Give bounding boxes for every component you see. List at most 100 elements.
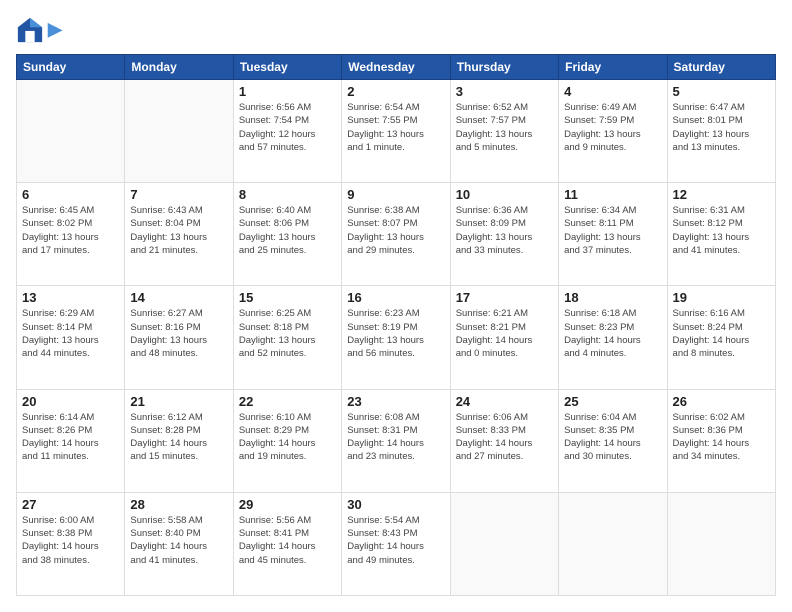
calendar-cell (17, 80, 125, 183)
day-info: Sunrise: 5:54 AM Sunset: 8:43 PM Dayligh… (347, 514, 444, 567)
day-info: Sunrise: 6:25 AM Sunset: 8:18 PM Dayligh… (239, 307, 336, 360)
day-info: Sunrise: 6:34 AM Sunset: 8:11 PM Dayligh… (564, 204, 661, 257)
day-number: 16 (347, 290, 444, 305)
day-number: 2 (347, 84, 444, 99)
day-info: Sunrise: 5:58 AM Sunset: 8:40 PM Dayligh… (130, 514, 227, 567)
calendar-cell: 1Sunrise: 6:56 AM Sunset: 7:54 PM Daylig… (233, 80, 341, 183)
calendar-cell: 24 Sunrise: 6:06 AM Sunset: 8:33 PM Dayli… (450, 389, 558, 492)
day-number: 1 (239, 84, 336, 99)
day-number: 3 (456, 84, 553, 99)
calendar-cell: 6 Sunrise: 6:45 AM Sunset: 8:02 PM Daylig… (17, 183, 125, 286)
calendar-cell: 23Sunrise: 6:08 AM Sunset: 8:31 PM Dayli… (342, 389, 450, 492)
day-info: Sunrise: 6:18 AM Sunset: 8:23 PM Dayligh… (564, 307, 661, 360)
day-info: Sunrise: 6:43 AM Sunset: 8:04 PM Dayligh… (130, 204, 227, 257)
day-info: Sunrise: 6:23 AM Sunset: 8:19 PM Dayligh… (347, 307, 444, 360)
day-number: 13 (22, 290, 119, 305)
day-number: 6 (22, 187, 119, 202)
calendar-cell: 14 Sunrise: 6:27 AM Sunset: 8:16 PM Dayli… (125, 286, 233, 389)
day-number: 28 (130, 497, 227, 512)
calendar-week-2: 6 Sunrise: 6:45 AM Sunset: 8:02 PM Daylig… (17, 183, 776, 286)
day-number: 4 (564, 84, 661, 99)
day-info: Sunrise: 5:56 AM Sunset: 8:41 PM Dayligh… (239, 514, 336, 567)
calendar-week-5: 27 Sunrise: 6:00 AM Sunset: 8:38 PM Dayli… (17, 492, 776, 595)
day-info: Sunrise: 6:40 AM Sunset: 8:06 PM Dayligh… (239, 204, 336, 257)
calendar-week-4: 20 Sunrise: 6:14 AM Sunset: 8:26 PM Dayli… (17, 389, 776, 492)
day-number: 22 (239, 394, 336, 409)
calendar-cell: 3 Sunrise: 6:52 AM Sunset: 7:57 PM Daylig… (450, 80, 558, 183)
calendar-cell: 7 Sunrise: 6:43 AM Sunset: 8:04 PM Daylig… (125, 183, 233, 286)
calendar-cell (450, 492, 558, 595)
header: ▶ (16, 16, 776, 44)
weekday-header-friday: Friday (559, 55, 667, 80)
calendar-cell: 21 Sunrise: 6:12 AM Sunset: 8:28 PM Dayli… (125, 389, 233, 492)
day-number: 9 (347, 187, 444, 202)
day-number: 29 (239, 497, 336, 512)
day-info: Sunrise: 6:54 AM Sunset: 7:55 PM Dayligh… (347, 101, 444, 154)
day-info: Sunrise: 6:04 AM Sunset: 8:35 PM Dayligh… (564, 411, 661, 464)
calendar-cell (667, 492, 775, 595)
calendar-cell: 2 Sunrise: 6:54 AM Sunset: 7:55 PM Daylig… (342, 80, 450, 183)
weekday-header-row: SundayMondayTuesdayWednesdayThursdayFrid… (17, 55, 776, 80)
weekday-header-wednesday: Wednesday (342, 55, 450, 80)
day-number: 10 (456, 187, 553, 202)
calendar-cell (125, 80, 233, 183)
day-number: 19 (673, 290, 770, 305)
day-number: 20 (22, 394, 119, 409)
weekday-header-sunday: Sunday (17, 55, 125, 80)
day-number: 12 (673, 187, 770, 202)
day-number: 18 (564, 290, 661, 305)
day-info: Sunrise: 6:45 AM Sunset: 8:02 PM Dayligh… (22, 204, 119, 257)
day-number: 25 (564, 394, 661, 409)
day-info: Sunrise: 6:52 AM Sunset: 7:57 PM Dayligh… (456, 101, 553, 154)
day-number: 30 (347, 497, 444, 512)
calendar-cell: 11 Sunrise: 6:34 AM Sunset: 8:11 PM Dayli… (559, 183, 667, 286)
calendar-cell: 25 Sunrise: 6:04 AM Sunset: 8:35 PM Dayli… (559, 389, 667, 492)
calendar-cell: 12 Sunrise: 6:31 AM Sunset: 8:12 PM Dayli… (667, 183, 775, 286)
calendar-cell: 27 Sunrise: 6:00 AM Sunset: 8:38 PM Dayli… (17, 492, 125, 595)
day-info: Sunrise: 6:00 AM Sunset: 8:38 PM Dayligh… (22, 514, 119, 567)
page: ▶ SundayMondayTuesdayWednesdayThursdayFr… (0, 0, 792, 612)
calendar-cell: 13 Sunrise: 6:29 AM Sunset: 8:14 PM Dayli… (17, 286, 125, 389)
day-number: 24 (456, 394, 553, 409)
day-info: Sunrise: 6:16 AM Sunset: 8:24 PM Dayligh… (673, 307, 770, 360)
calendar-header: SundayMondayTuesdayWednesdayThursdayFrid… (17, 55, 776, 80)
calendar-cell: 5 Sunrise: 6:47 AM Sunset: 8:01 PM Daylig… (667, 80, 775, 183)
day-info: Sunrise: 6:49 AM Sunset: 7:59 PM Dayligh… (564, 101, 661, 154)
calendar-cell: 30 Sunrise: 5:54 AM Sunset: 8:43 PM Dayli… (342, 492, 450, 595)
day-info: Sunrise: 6:31 AM Sunset: 8:12 PM Dayligh… (673, 204, 770, 257)
day-number: 15 (239, 290, 336, 305)
day-info: Sunrise: 6:14 AM Sunset: 8:26 PM Dayligh… (22, 411, 119, 464)
calendar-cell: 29 Sunrise: 5:56 AM Sunset: 8:41 PM Dayli… (233, 492, 341, 595)
calendar-cell: 4 Sunrise: 6:49 AM Sunset: 7:59 PM Daylig… (559, 80, 667, 183)
weekday-header-saturday: Saturday (667, 55, 775, 80)
calendar-cell: 17Sunrise: 6:21 AM Sunset: 8:21 PM Dayli… (450, 286, 558, 389)
calendar-week-3: 13 Sunrise: 6:29 AM Sunset: 8:14 PM Dayli… (17, 286, 776, 389)
calendar-cell: 18 Sunrise: 6:18 AM Sunset: 8:23 PM Dayli… (559, 286, 667, 389)
calendar-table: SundayMondayTuesdayWednesdayThursdayFrid… (16, 54, 776, 596)
day-info: Sunrise: 6:12 AM Sunset: 8:28 PM Dayligh… (130, 411, 227, 464)
weekday-header-tuesday: Tuesday (233, 55, 341, 80)
logo-text: ▶ (48, 20, 62, 40)
weekday-header-monday: Monday (125, 55, 233, 80)
day-info: Sunrise: 6:06 AM Sunset: 8:33 PM Dayligh… (456, 411, 553, 464)
calendar-cell: 10Sunrise: 6:36 AM Sunset: 8:09 PM Dayli… (450, 183, 558, 286)
day-number: 7 (130, 187, 227, 202)
day-info: Sunrise: 6:21 AM Sunset: 8:21 PM Dayligh… (456, 307, 553, 360)
calendar-cell: 20 Sunrise: 6:14 AM Sunset: 8:26 PM Dayli… (17, 389, 125, 492)
day-info: Sunrise: 6:47 AM Sunset: 8:01 PM Dayligh… (673, 101, 770, 154)
day-number: 27 (22, 497, 119, 512)
day-number: 11 (564, 187, 661, 202)
weekday-header-thursday: Thursday (450, 55, 558, 80)
calendar-cell: 22 Sunrise: 6:10 AM Sunset: 8:29 PM Dayli… (233, 389, 341, 492)
logo-icon (16, 16, 44, 44)
day-number: 14 (130, 290, 227, 305)
day-info: Sunrise: 6:38 AM Sunset: 8:07 PM Dayligh… (347, 204, 444, 257)
calendar-cell: 9 Sunrise: 6:38 AM Sunset: 8:07 PM Daylig… (342, 183, 450, 286)
day-info: Sunrise: 6:29 AM Sunset: 8:14 PM Dayligh… (22, 307, 119, 360)
day-number: 5 (673, 84, 770, 99)
day-info: Sunrise: 6:27 AM Sunset: 8:16 PM Dayligh… (130, 307, 227, 360)
logo: ▶ (16, 16, 62, 44)
day-number: 8 (239, 187, 336, 202)
day-info: Sunrise: 6:10 AM Sunset: 8:29 PM Dayligh… (239, 411, 336, 464)
day-number: 21 (130, 394, 227, 409)
